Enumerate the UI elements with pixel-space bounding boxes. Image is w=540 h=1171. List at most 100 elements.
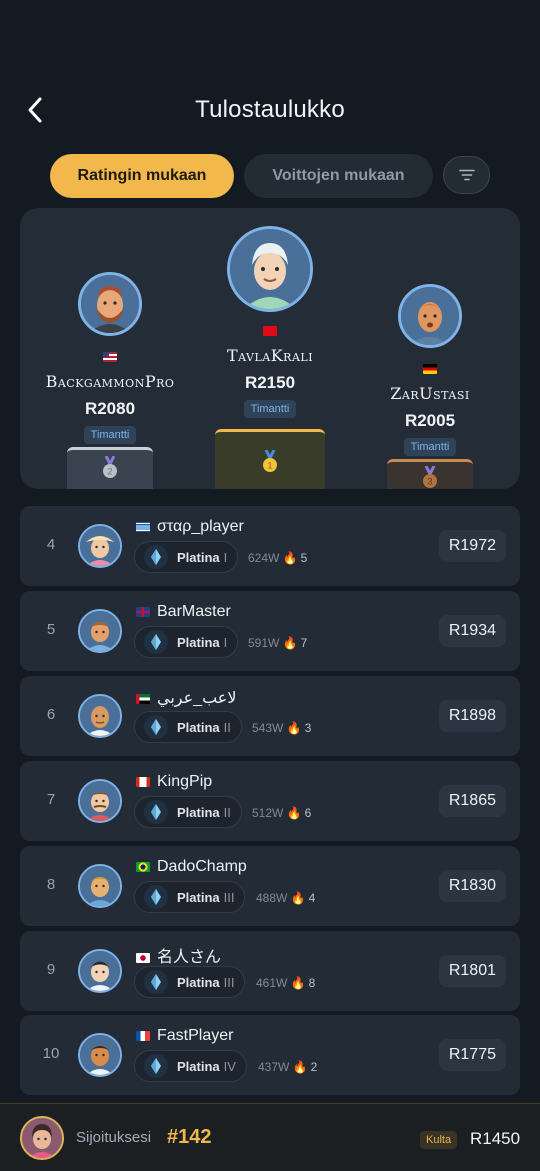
streak-count: 5 <box>300 551 308 565</box>
player-name: FastPlayer <box>157 1027 234 1044</box>
flag-gr-icon <box>136 521 150 532</box>
avatar <box>398 284 462 348</box>
platinum-gem-icon <box>144 545 168 569</box>
flag-us-icon <box>103 351 117 362</box>
medal-number: 2 <box>107 467 112 477</box>
player-name-line: لاعب_عربي <box>136 688 236 708</box>
tier-badge: Timantti <box>243 400 297 418</box>
platinum-gem-icon <box>144 715 168 739</box>
table-row[interactable]: 7 KingPip Platina II 512W 🔥 6 R1865 <box>20 761 520 841</box>
flag-de-icon <box>423 363 437 374</box>
filter-icon <box>458 169 475 181</box>
wins-count: 591W <box>248 636 280 650</box>
wins-count: 488W <box>256 891 288 905</box>
player-name: BarMaster <box>157 603 231 620</box>
avatar <box>78 272 142 336</box>
player-name: KingPip <box>157 773 213 790</box>
tier-name: Platina <box>177 634 220 650</box>
flame-icon: 🔥 <box>286 721 302 735</box>
flag-fr-icon <box>136 1030 150 1041</box>
podium-rating: R2150 <box>244 373 296 392</box>
my-avatar <box>20 1116 64 1160</box>
rating-value: R1865 <box>438 785 506 817</box>
gold-medal-icon: 1 <box>263 450 277 472</box>
wins-count: 512W <box>252 806 284 820</box>
rating-value: R1830 <box>438 870 506 902</box>
avatar <box>78 1033 122 1077</box>
podium-step-second: 2 <box>67 447 153 489</box>
sort-tabs: Ratingin mukaan Voittojen mukaan <box>50 154 500 198</box>
filter-button[interactable] <box>443 156 490 194</box>
player-stats: 591W 🔥 7 <box>248 636 307 650</box>
flame-icon: 🔥 <box>292 1060 308 1074</box>
table-row[interactable]: 8 DadoChamp Platina III 488W 🔥 4 R1830 <box>20 846 520 926</box>
wins-count: 461W <box>256 976 288 990</box>
streak-count: 6 <box>304 806 312 820</box>
rank-number: 4 <box>46 536 56 553</box>
flag-br-icon <box>136 861 150 872</box>
player-name-line: KingPip <box>136 773 212 791</box>
podium-step-third: 3 <box>387 459 473 489</box>
wins-count: 437W <box>258 1060 290 1074</box>
player-name: لاعب_عربي <box>157 690 237 707</box>
tier-pill: Platina III <box>134 881 246 913</box>
podium-name: TavlaKrali <box>226 346 314 365</box>
wins-count: 624W <box>248 551 280 565</box>
tier-pill: Platina I <box>134 541 239 573</box>
my-rating: R1450 <box>470 1129 521 1148</box>
my-position-bar[interactable]: Sijoituksesi #142 Kulta R1450 <box>0 1103 540 1171</box>
player-name: DadoChamp <box>157 858 247 875</box>
tier-pill: Platina I <box>134 626 239 658</box>
medal-number: 3 <box>427 477 432 487</box>
flag-tr-icon <box>263 325 277 336</box>
streak-count: 4 <box>308 891 316 905</box>
streak-count: 3 <box>304 721 312 735</box>
player-stats: 624W 🔥 5 <box>248 551 307 565</box>
rating-value: R1801 <box>438 955 506 987</box>
tab-by-rating[interactable]: Ratingin mukaan <box>50 154 234 198</box>
podium-rating: R2005 <box>404 411 456 430</box>
medal-number: 1 <box>267 461 272 471</box>
rank-number: 7 <box>46 791 56 808</box>
player-name: σταρ_player <box>157 518 244 535</box>
podium-rating: R2080 <box>84 399 136 418</box>
table-row[interactable]: 6 لاعب_عربي Platina II 543W 🔥 3 R1898 <box>20 676 520 756</box>
streak-count: 7 <box>300 636 308 650</box>
flame-icon: 🔥 <box>282 551 298 565</box>
wins-count: 543W <box>252 721 284 735</box>
tier-level: III <box>223 974 235 990</box>
podium-name: ZarUstasi <box>390 384 470 403</box>
rating-value: R1972 <box>438 530 506 562</box>
avatar <box>78 949 122 993</box>
platinum-gem-icon <box>144 1054 168 1078</box>
platinum-gem-icon <box>144 885 168 909</box>
table-row[interactable]: 10 FastPlayer Platina IV 437W 🔥 2 R1775 <box>20 1015 520 1095</box>
rank-number: 6 <box>46 706 56 723</box>
flag-gb-icon <box>136 606 150 617</box>
tier-badge: Timantti <box>83 426 137 444</box>
tier-name: Platina <box>177 889 220 905</box>
tier-name: Platina <box>177 719 220 735</box>
rank-number: 9 <box>46 961 56 978</box>
my-position-value: #142 <box>167 1126 212 1148</box>
tier-badge: Timantti <box>403 438 457 456</box>
streak-count: 8 <box>308 976 316 990</box>
platinum-gem-icon <box>144 630 168 654</box>
podium-third[interactable]: ZarUstasi R2005 Timantti <box>355 284 505 456</box>
tab-by-wins[interactable]: Voittojen mukaan <box>244 154 433 198</box>
podium-second[interactable]: BackgammonPro R2080 Timantti <box>30 272 190 444</box>
avatar <box>78 524 122 568</box>
flame-icon: 🔥 <box>290 891 306 905</box>
podium-first[interactable]: TavlaKrali R2150 Timantti <box>200 226 340 418</box>
table-row[interactable]: 9 名人さん Platina III 461W 🔥 8 R1801 <box>20 931 520 1011</box>
player-name-line: 名人さん <box>136 943 221 967</box>
tier-level: II <box>223 719 231 735</box>
table-row[interactable]: 5 BarMaster Platina I 591W 🔥 7 R1934 <box>20 591 520 671</box>
flag-jp-icon <box>136 952 150 963</box>
tier-pill: Platina III <box>134 966 246 998</box>
table-row[interactable]: 4 σταρ_player Platina I 624W 🔥 5 R1972 <box>20 506 520 586</box>
rating-value: R1934 <box>438 615 506 647</box>
tier-name: Platina <box>177 804 220 820</box>
flame-icon: 🔥 <box>282 636 298 650</box>
podium-name: BackgammonPro <box>45 372 175 391</box>
